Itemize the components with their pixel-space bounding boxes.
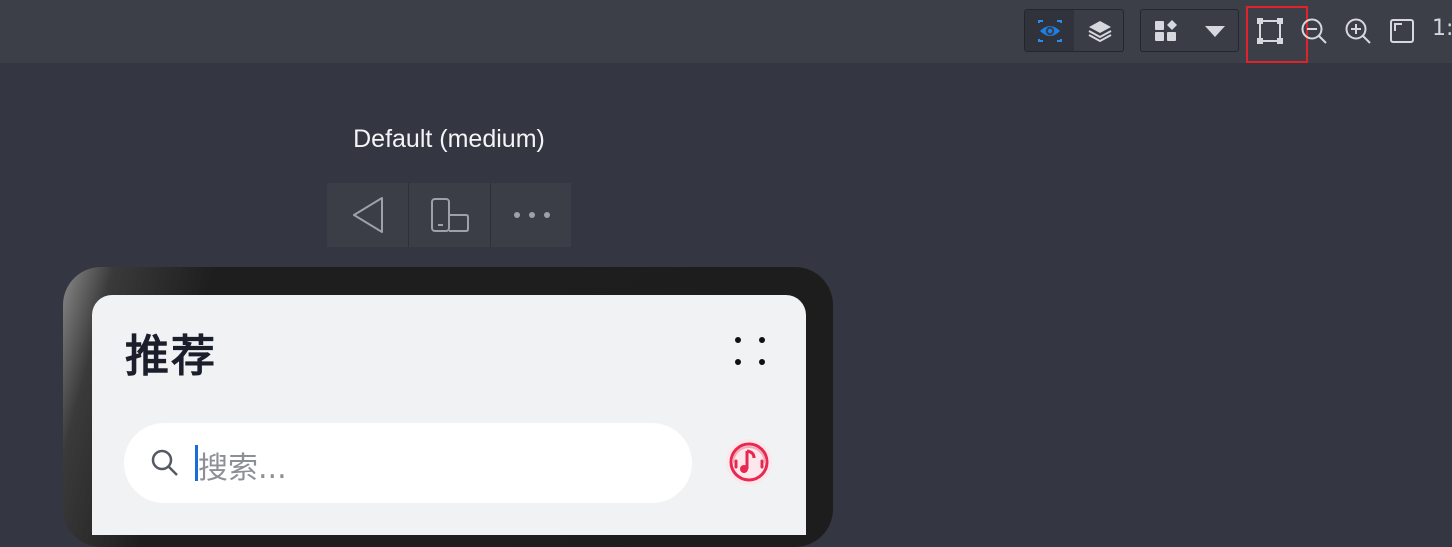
more-options-button[interactable] <box>491 183 572 247</box>
fit-screen-icon <box>1390 19 1414 43</box>
search-icon <box>151 449 178 476</box>
rotate-device-icon <box>430 198 469 232</box>
zoom-in-button[interactable] <box>1343 15 1373 47</box>
fit-screen-button[interactable] <box>1387 15 1417 47</box>
four-dots-icon[interactable] <box>732 334 768 370</box>
search-placeholder: 搜索... <box>198 451 287 486</box>
more-dots-icon <box>513 212 550 218</box>
components-button[interactable] <box>1141 10 1191 51</box>
view-mode-group <box>1024 9 1124 52</box>
preview-toggle[interactable] <box>1025 10 1074 51</box>
layers-icon <box>1088 20 1111 42</box>
components-dropdown[interactable] <box>1191 10 1239 51</box>
eye-icon <box>1037 19 1062 42</box>
music-icon[interactable] <box>724 437 774 487</box>
search-input[interactable]: 搜索... <box>124 423 692 503</box>
components-icon <box>1155 19 1177 41</box>
layers-toggle[interactable] <box>1075 10 1124 51</box>
zoom-out-button[interactable] <box>1299 15 1329 47</box>
top-toolbar: 1: <box>0 0 1452 63</box>
zoom-out-icon <box>1301 18 1327 44</box>
device-title: Default (medium) <box>353 125 545 153</box>
rotate-device-button[interactable] <box>409 183 490 247</box>
zoom-in-icon <box>1345 18 1371 44</box>
device-controls <box>327 183 571 247</box>
caret-down-icon <box>1205 25 1225 37</box>
page-title: 推荐 <box>125 331 217 382</box>
components-group <box>1140 9 1239 52</box>
back-button[interactable] <box>327 183 408 247</box>
zoom-scale-label[interactable]: 1: <box>1432 16 1452 41</box>
back-triangle-icon <box>352 197 383 233</box>
